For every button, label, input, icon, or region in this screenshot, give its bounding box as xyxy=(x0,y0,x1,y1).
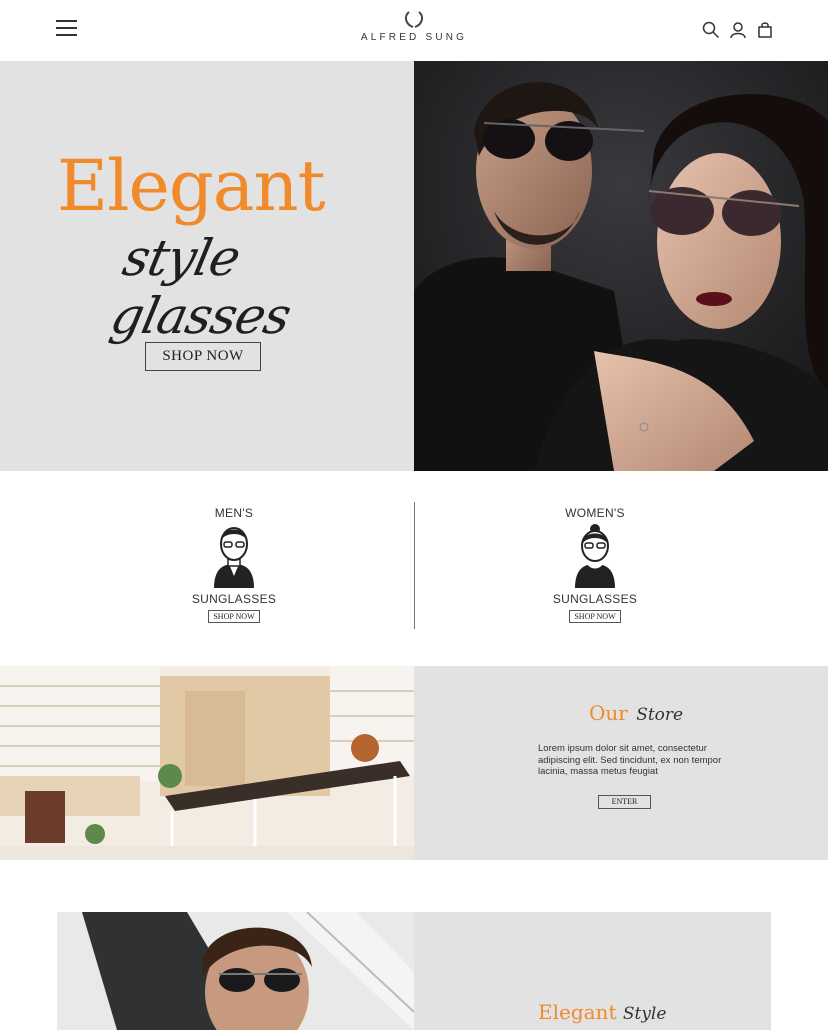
feature-info-panel: Elegant Style xyxy=(414,912,771,1030)
man-sunglasses-image xyxy=(57,912,414,1030)
category-women-subtitle: SUNGLASSES xyxy=(552,592,638,606)
feature-title-main: Elegant xyxy=(538,1000,617,1024)
category-women: WOMEN'S SUNGLASSES SHOP NOW xyxy=(535,506,655,624)
category-men-title: MEN'S xyxy=(214,506,254,520)
store-description: Lorem ipsum dolor sit amet, consectetur … xyxy=(538,743,722,777)
store-enter-button[interactable]: ENTER xyxy=(598,795,651,809)
brand-logo[interactable]: ALFRED SUNG xyxy=(340,10,488,52)
store-section: Our Store Lorem ipsum dolor sit amet, co… xyxy=(0,666,828,860)
hero-title: Elegant xyxy=(57,145,326,227)
store-title-script: Store xyxy=(636,705,684,725)
feature-title-script: Style xyxy=(622,1004,667,1024)
man-avatar-icon xyxy=(214,527,254,588)
hero-banner: Elegant style glasses SHOP NOW xyxy=(0,61,828,471)
feature-title: Elegant Style xyxy=(538,1000,666,1024)
woman-avatar-icon xyxy=(575,524,615,588)
store-photo xyxy=(0,666,414,860)
hero-subtitle: style glasses xyxy=(105,229,296,345)
category-men: MEN'S SUNGLASSES SHOP NOW xyxy=(174,506,294,624)
category-divider xyxy=(414,502,415,629)
cart-icon[interactable] xyxy=(756,21,774,39)
hero-photo xyxy=(414,61,828,471)
category-women-shop-now-button[interactable]: SHOP NOW xyxy=(569,610,621,623)
store-interior-image xyxy=(0,666,414,860)
menu-icon[interactable] xyxy=(56,20,78,40)
search-icon[interactable] xyxy=(702,21,720,39)
brand-name: ALFRED SUNG xyxy=(360,32,468,43)
feature-section: Elegant Style xyxy=(57,912,771,1030)
user-icon[interactable] xyxy=(729,21,747,39)
header-actions xyxy=(702,21,774,39)
site-header: ALFRED SUNG xyxy=(0,0,828,61)
models-photo xyxy=(414,61,828,471)
store-info-panel: Our Store Lorem ipsum dolor sit amet, co… xyxy=(414,666,828,860)
hero-text-panel: Elegant style glasses SHOP NOW xyxy=(0,61,414,471)
category-men-subtitle: SUNGLASSES xyxy=(191,592,277,606)
laurel-icon xyxy=(404,11,424,28)
category-men-shop-now-button[interactable]: SHOP NOW xyxy=(208,610,260,623)
store-title-main: Our xyxy=(589,701,628,725)
feature-photo xyxy=(57,912,414,1030)
category-section: MEN'S SUNGLASSES SHOP NOW WOMEN'S SUNGLA… xyxy=(0,471,828,666)
store-title: Our Store xyxy=(589,701,683,725)
category-women-title: WOMEN'S xyxy=(565,506,625,520)
hero-shop-now-button[interactable]: SHOP NOW xyxy=(145,342,261,371)
